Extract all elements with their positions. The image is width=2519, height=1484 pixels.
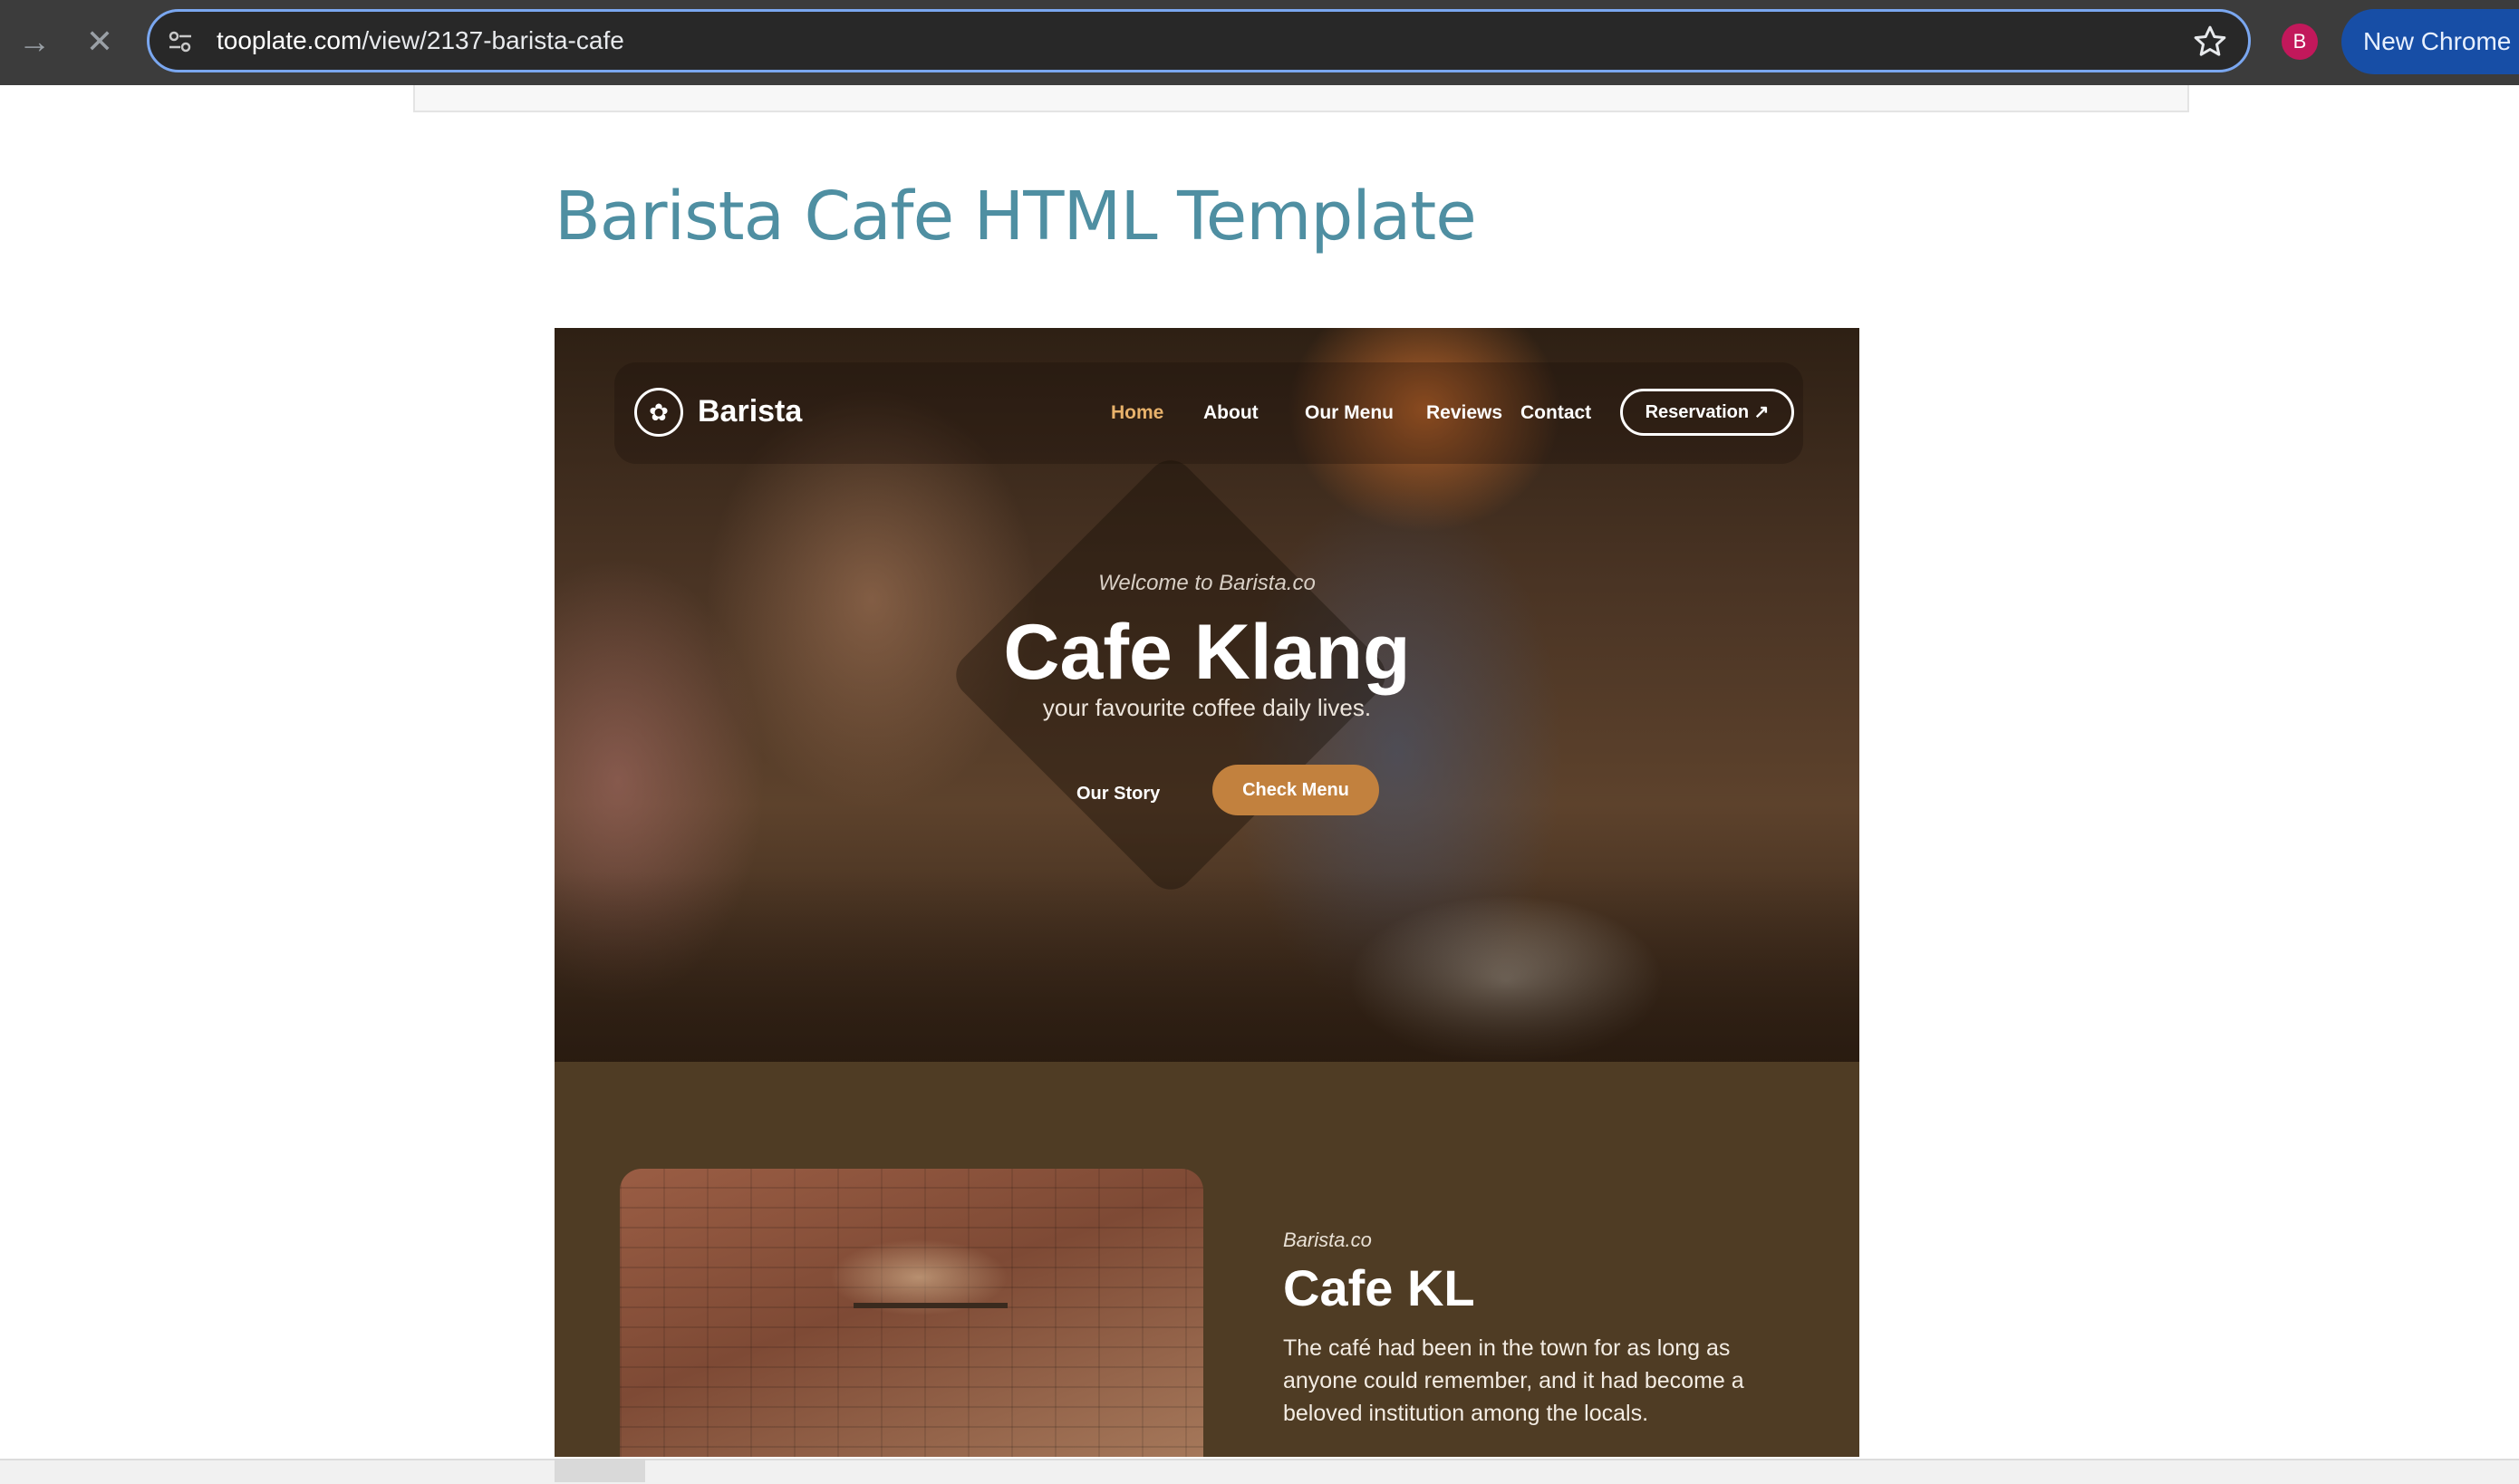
url-path: /view/2137-barista-cafe [362,26,624,54]
page-title: Barista Cafe HTML Template [555,178,1477,255]
preview-nav-contact[interactable]: Contact [1520,386,1591,440]
address-bar[interactable]: tooplate.com/view/2137-barista-cafe [147,9,2251,72]
about-cafe-photo [620,1169,1203,1457]
about-kicker: Barista.co [1283,1229,1372,1251]
page-header-strip [413,85,2189,112]
url-host: tooplate.com [217,26,362,54]
template-preview-image[interactable]: ✿ Barista Home About Our Menu Reviews Co… [555,328,1859,1457]
preview-nav-reviews[interactable]: Reviews [1426,386,1502,440]
hero-title: Cafe Klang [1003,609,1411,696]
forward-icon[interactable]: → [13,20,56,63]
preview-brand-name: Barista [698,394,803,429]
preview-our-story-link[interactable]: Our Story [1076,776,1160,812]
about-title: Cafe KL [1283,1259,1475,1316]
preview-navbar: ✿ Barista Home About Our Menu Reviews Co… [614,362,1803,464]
url-text: tooplate.com/view/2137-barista-cafe [217,12,624,70]
horizontal-scrollbar[interactable] [0,1459,2519,1484]
scrollbar-thumb[interactable] [555,1459,645,1482]
preview-nav-home[interactable]: Home [1111,386,1163,440]
photo-shelf [854,1303,1008,1308]
preview-nav-our-menu[interactable]: Our Menu [1305,386,1394,440]
barista-logo-icon: ✿ [634,388,683,437]
preview-check-menu-button[interactable]: Check Menu [1212,765,1379,815]
site-settings-icon[interactable] [166,27,195,56]
hero-welcome-text: Welcome to Barista.co [1098,571,1316,595]
profile-avatar[interactable]: B [2282,24,2318,60]
preview-nav-about[interactable]: About [1203,386,1259,440]
preview-reservation-button[interactable]: Reservation ↗ [1620,389,1794,436]
stop-loading-icon[interactable]: ✕ [78,20,121,63]
new-chrome-available-button[interactable]: New Chrome a [2341,9,2519,74]
hero-section: ✿ Barista Home About Our Menu Reviews Co… [555,328,1859,1062]
browser-toolbar: → ✕ tooplate.com/view/2137-barista-cafe … [0,0,2519,85]
about-text: The café had been in the town for as lon… [1283,1335,1744,1426]
hero-subtitle: your favourite coffee daily lives. [1042,694,1372,721]
hero-photo-overlay [555,872,1859,1062]
bookmark-star-icon[interactable] [2192,24,2228,60]
